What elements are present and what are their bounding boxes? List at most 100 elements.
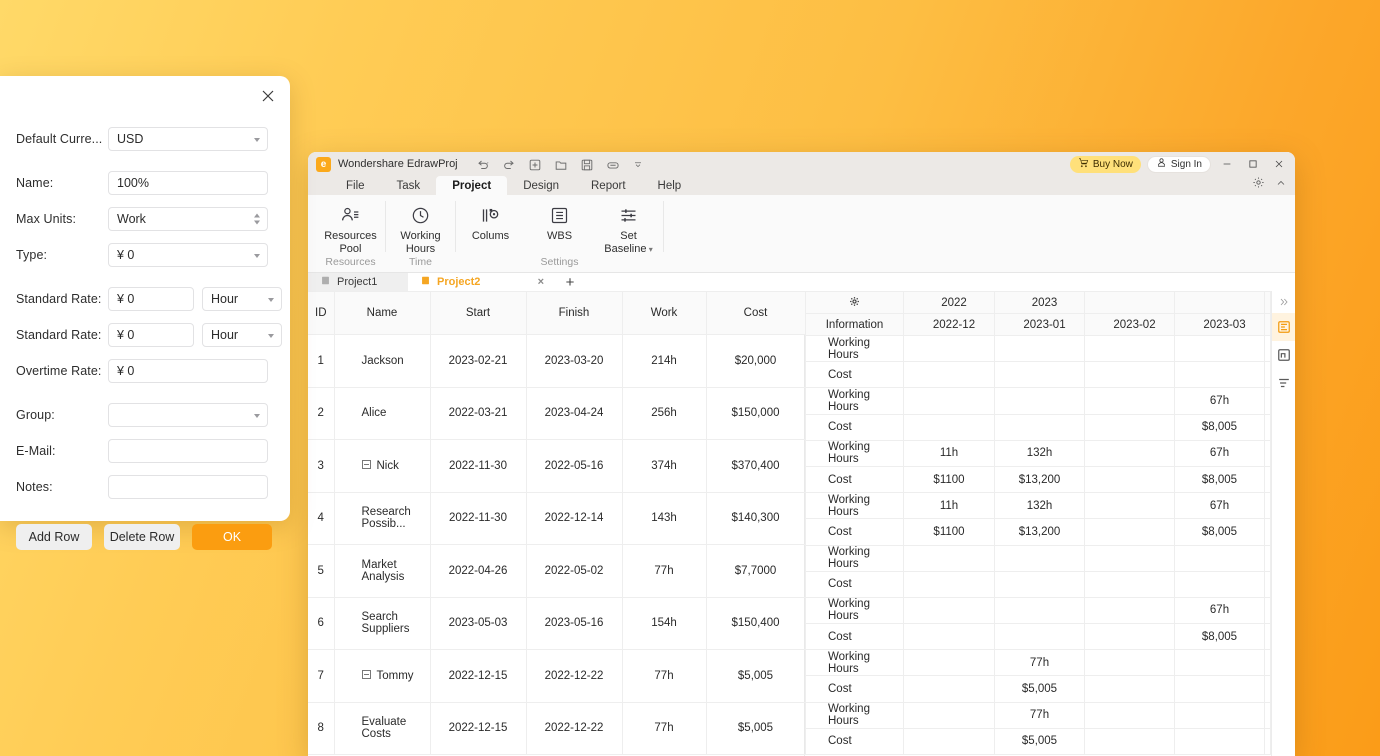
notes-field[interactable]: [108, 475, 268, 499]
set-baseline-button[interactable]: Set Baseline ▾: [594, 201, 663, 256]
timeline-row[interactable]: Working Hours: [806, 545, 1271, 571]
cell-id[interactable]: 6: [308, 597, 334, 650]
table-row[interactable]: 7Tommy2022-12-152022-12-2277h$5,005: [308, 650, 805, 703]
new-icon[interactable]: [528, 158, 541, 171]
timeline-cell[interactable]: [1085, 571, 1175, 597]
cell-cost[interactable]: $150,000: [706, 387, 805, 440]
cell-cost[interactable]: $370,400: [706, 440, 805, 493]
timeline-cell[interactable]: [904, 702, 995, 728]
timeline-cell[interactable]: [1175, 336, 1265, 362]
cell-cost[interactable]: $5,005: [706, 702, 805, 755]
table-row[interactable]: 5Market Analysis2022-04-262022-05-0277h$…: [308, 545, 805, 598]
timeline-cell[interactable]: [1265, 624, 1271, 650]
cell-work[interactable]: 77h: [622, 545, 706, 598]
timeline-cell[interactable]: [995, 414, 1085, 440]
gear-icon[interactable]: [849, 296, 860, 310]
cell-finish[interactable]: 2023-04-24: [526, 387, 622, 440]
close-icon[interactable]: [258, 86, 278, 106]
cell-name[interactable]: Tommy: [334, 650, 430, 703]
timeline-cell[interactable]: [995, 624, 1085, 650]
cell-name[interactable]: Research Possib...: [334, 492, 430, 545]
timeline-cell[interactable]: [1085, 597, 1175, 623]
cell-start[interactable]: 2022-04-26: [430, 545, 526, 598]
timeline-cell[interactable]: [1085, 362, 1175, 388]
timeline-cell[interactable]: [995, 362, 1085, 388]
close-icon[interactable]: [1269, 154, 1289, 174]
table-row[interactable]: 2Alice2022-03-212023-04-24256h$150,000: [308, 387, 805, 440]
standard-rate-1-input[interactable]: ¥ 0: [108, 287, 194, 311]
timeline-cell[interactable]: [1265, 362, 1271, 388]
cell-id[interactable]: 3: [308, 440, 334, 493]
timeline-cell[interactable]: [1085, 545, 1175, 571]
cell-id[interactable]: 7: [308, 650, 334, 703]
timeline-row[interactable]: Working Hours: [806, 336, 1271, 362]
cell-work[interactable]: 77h: [622, 650, 706, 703]
timeline-cell[interactable]: [1085, 493, 1175, 519]
cell-finish[interactable]: 2023-05-16: [526, 597, 622, 650]
timeline-cell[interactable]: 77h: [995, 702, 1085, 728]
cell-start[interactable]: 2022-11-30: [430, 492, 526, 545]
cell-start[interactable]: 2022-11-30: [430, 440, 526, 493]
expand-collapse-icon[interactable]: [362, 670, 371, 679]
cell-work[interactable]: 374h: [622, 440, 706, 493]
cell-finish[interactable]: 2022-12-22: [526, 702, 622, 755]
gear-icon[interactable]: [1252, 176, 1265, 194]
cell-start[interactable]: 2023-02-21: [430, 335, 526, 388]
sign-in-button[interactable]: Sign In: [1147, 156, 1211, 173]
add-row-button[interactable]: Add Row: [16, 524, 92, 550]
cell-id[interactable]: 4: [308, 492, 334, 545]
report-view-icon[interactable]: [1272, 341, 1295, 369]
type-select[interactable]: ¥ 0: [108, 243, 268, 267]
timeline-cell[interactable]: [995, 336, 1085, 362]
column-header-work[interactable]: Work: [622, 292, 706, 335]
timeline-row[interactable]: Cost$8,005: [806, 624, 1271, 650]
table-row[interactable]: 8Evaluate Costs2022-12-152022-12-2277h$5…: [308, 702, 805, 755]
save-icon[interactable]: [580, 158, 593, 171]
cell-start[interactable]: 2022-12-15: [430, 650, 526, 703]
timeline-settings-cell[interactable]: [806, 292, 904, 314]
timeline-cell[interactable]: [1085, 519, 1175, 545]
timeline-cell[interactable]: 132h: [995, 493, 1085, 519]
timeline-cell[interactable]: [904, 650, 995, 676]
cell-name[interactable]: Nick: [334, 440, 430, 493]
cell-cost[interactable]: $140,300: [706, 492, 805, 545]
timeline-cell[interactable]: [904, 571, 995, 597]
filter-icon[interactable]: [1272, 369, 1295, 397]
timeline-cell[interactable]: 77h: [995, 650, 1085, 676]
timeline-row[interactable]: Cost$8,005: [806, 414, 1271, 440]
timeline-cell[interactable]: [1085, 624, 1175, 650]
cell-id[interactable]: 5: [308, 545, 334, 598]
timeline-cell[interactable]: [1085, 650, 1175, 676]
timeline-cell[interactable]: $13,200: [995, 519, 1085, 545]
timeline-cell[interactable]: 132h: [995, 440, 1085, 466]
timeline-cell[interactable]: [1265, 597, 1271, 623]
timeline-cell[interactable]: $1100: [904, 466, 995, 492]
timeline-cell[interactable]: $8,005: [1175, 624, 1265, 650]
timeline-cell[interactable]: 67h: [1175, 493, 1265, 519]
timeline-cell[interactable]: 11h: [904, 493, 995, 519]
timeline-row[interactable]: Working Hours77h: [806, 702, 1271, 728]
table-row[interactable]: 4Research Possib...2022-11-302022-12-141…: [308, 492, 805, 545]
menu-item-design[interactable]: Design: [507, 176, 575, 195]
timeline-cell[interactable]: [1085, 728, 1175, 754]
timeline-cell[interactable]: [1175, 702, 1265, 728]
timeline-cell[interactable]: 67h: [1175, 440, 1265, 466]
cell-work[interactable]: 214h: [622, 335, 706, 388]
menu-item-task[interactable]: Task: [381, 176, 437, 195]
timeline-cell[interactable]: [995, 388, 1085, 414]
timeline-row[interactable]: Working Hours67h: [806, 597, 1271, 623]
cell-finish[interactable]: 2023-03-20: [526, 335, 622, 388]
timeline-cell[interactable]: $13,200: [995, 466, 1085, 492]
timeline-cell[interactable]: $8,005: [1175, 466, 1265, 492]
timeline-row[interactable]: Cost$1100$13,200$8,005: [806, 466, 1271, 492]
menu-item-file[interactable]: File: [330, 176, 381, 195]
timeline-cell[interactable]: [904, 728, 995, 754]
expand-collapse-icon[interactable]: [362, 460, 371, 469]
cell-start[interactable]: 2022-12-15: [430, 702, 526, 755]
timeline-cell[interactable]: [995, 545, 1085, 571]
timeline-cell[interactable]: [1265, 440, 1271, 466]
cell-work[interactable]: 77h: [622, 702, 706, 755]
cell-finish[interactable]: 2022-12-22: [526, 650, 622, 703]
timeline-cell[interactable]: [1265, 571, 1271, 597]
timeline-cell[interactable]: 67h: [1175, 597, 1265, 623]
